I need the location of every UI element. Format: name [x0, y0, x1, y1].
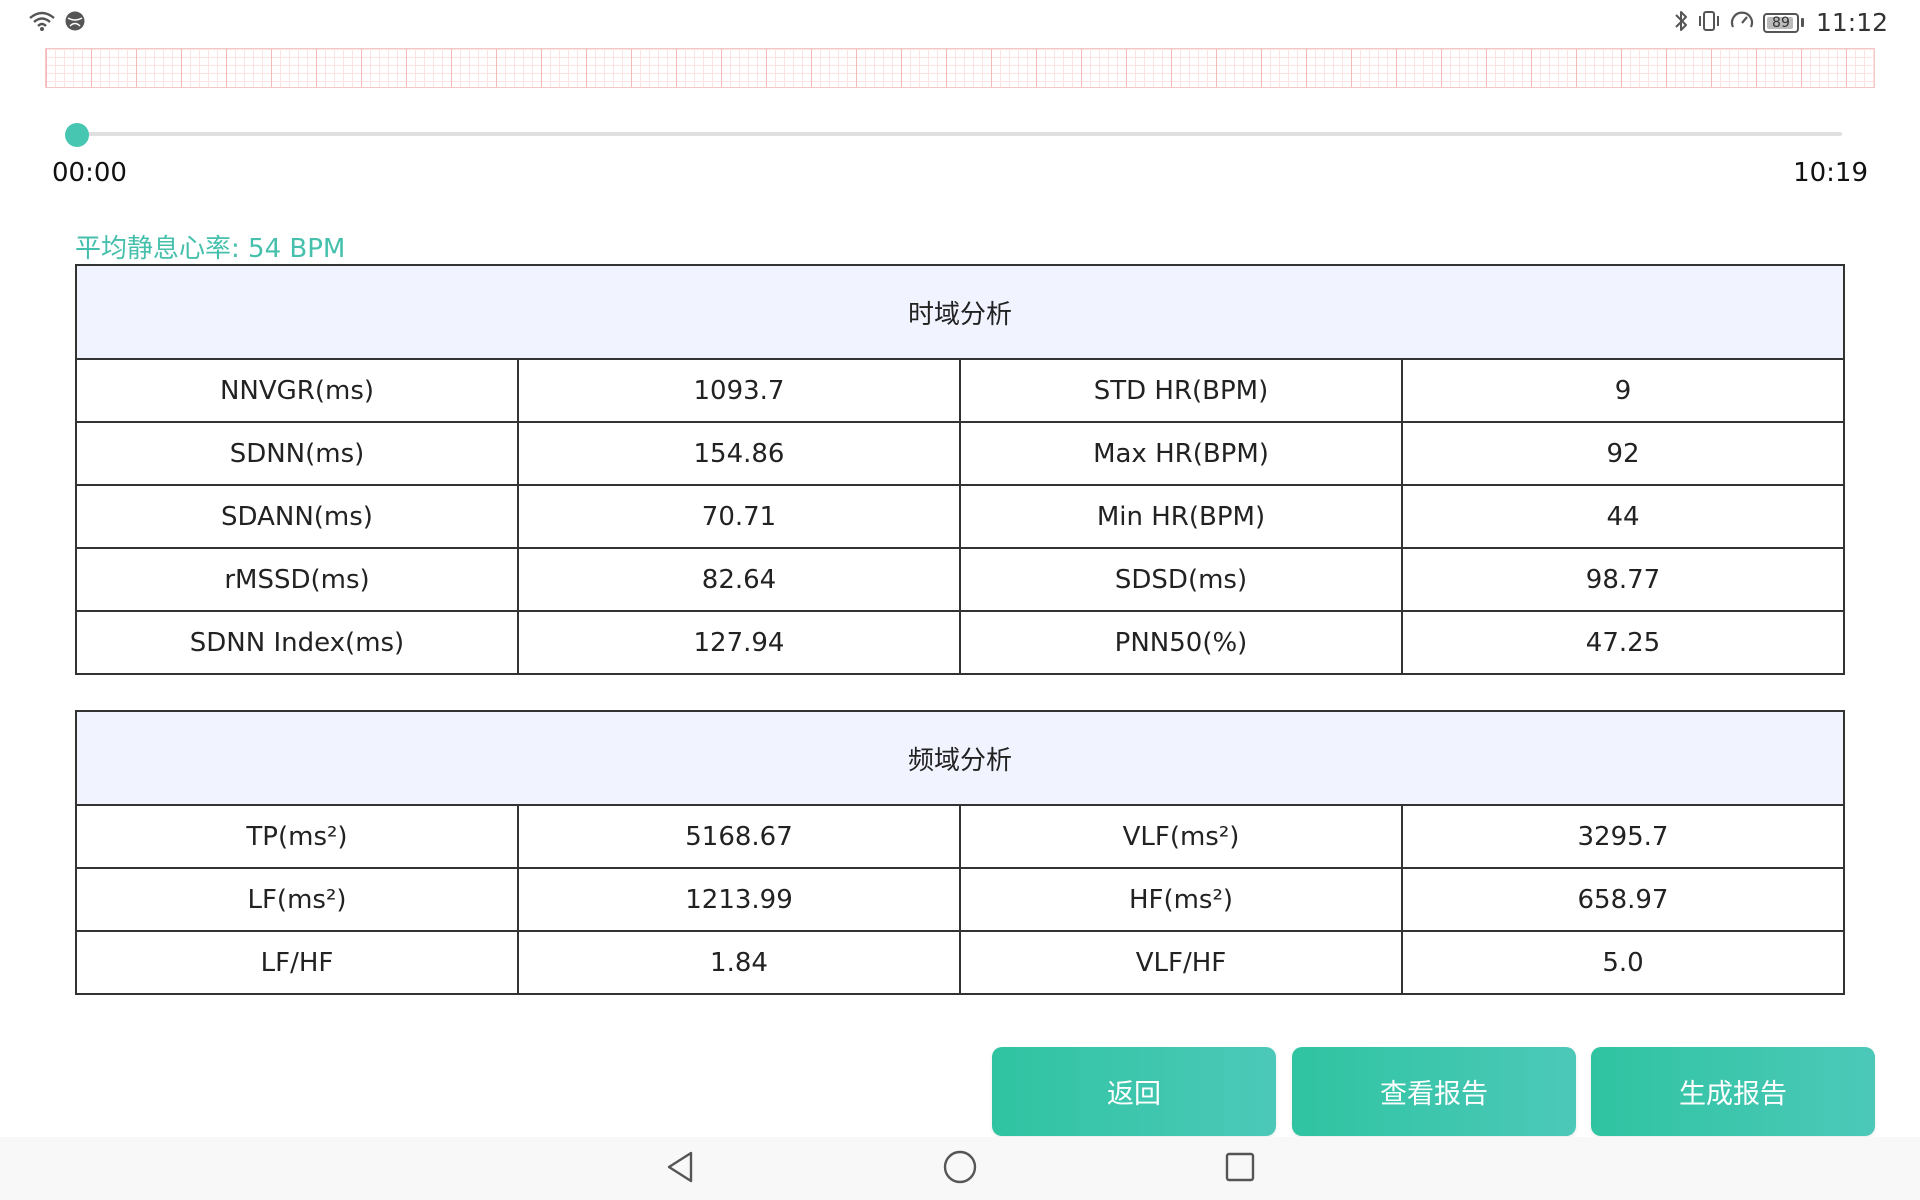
- metric-label: SDNN Index(ms): [75, 610, 519, 675]
- triangle-back-icon: [663, 1149, 697, 1189]
- metric-label: Min HR(BPM): [959, 484, 1403, 549]
- table-row: SDANN(ms) 70.71 Min HR(BPM) 44: [75, 484, 1845, 549]
- metric-label: SDANN(ms): [75, 484, 519, 549]
- playback-seek-track[interactable]: [76, 132, 1842, 136]
- metric-value: 127.94: [517, 610, 961, 675]
- metric-label: HF(ms²): [959, 867, 1403, 932]
- metric-label: LF/HF: [75, 930, 519, 995]
- playback-end-time: 10:19: [1793, 158, 1868, 188]
- ecg-strip[interactable]: [45, 48, 1875, 88]
- battery-level: 89: [1772, 14, 1790, 31]
- metric-label: SDNN(ms): [75, 421, 519, 486]
- generate-report-button[interactable]: 生成报告: [1591, 1047, 1875, 1136]
- data-saver-icon: [1729, 9, 1755, 37]
- system-navigation-bar: [0, 1137, 1920, 1200]
- battery-tip: [1800, 18, 1804, 27]
- frequency-domain-table: 频域分析 TP(ms²) 5168.67 VLF(ms²) 3295.7 LF(…: [75, 710, 1845, 995]
- metric-label: TP(ms²): [75, 804, 519, 869]
- metric-label: PNN50(%): [959, 610, 1403, 675]
- table-row: LF/HF 1.84 VLF/HF 5.0: [75, 930, 1845, 995]
- metric-value: 92: [1401, 421, 1845, 486]
- status-left-icons: [28, 10, 86, 36]
- metric-label: NNVGR(ms): [75, 358, 519, 423]
- status-time: 11:12: [1815, 8, 1888, 37]
- metric-value: 5168.67: [517, 804, 961, 869]
- vibrate-icon: [1697, 9, 1721, 37]
- metric-label: SDSD(ms): [959, 547, 1403, 612]
- metric-value: 70.71: [517, 484, 961, 549]
- metric-value: 98.77: [1401, 547, 1845, 612]
- playback-seek-thumb[interactable]: [65, 123, 89, 147]
- metric-value: 1213.99: [517, 867, 961, 932]
- status-right-icons: 89 11:12: [1673, 8, 1888, 37]
- metric-label: VLF(ms²): [959, 804, 1403, 869]
- metric-label: VLF/HF: [959, 930, 1403, 995]
- circle-home-icon: [942, 1149, 978, 1189]
- metric-label: Max HR(BPM): [959, 421, 1403, 486]
- time-domain-table: 时域分析 NNVGR(ms) 1093.7 STD HR(BPM) 9 SDNN…: [75, 264, 1845, 675]
- table-row: rMSSD(ms) 82.64 SDSD(ms) 98.77: [75, 547, 1845, 612]
- time-domain-title: 时域分析: [75, 264, 1845, 360]
- status-bar: 89 11:12: [0, 0, 1920, 48]
- metric-label: rMSSD(ms): [75, 547, 519, 612]
- table-row: LF(ms²) 1213.99 HF(ms²) 658.97: [75, 867, 1845, 932]
- metric-value: 47.25: [1401, 610, 1845, 675]
- metric-label: LF(ms²): [75, 867, 519, 932]
- view-report-button[interactable]: 查看报告: [1292, 1047, 1576, 1136]
- metric-value: 154.86: [517, 421, 961, 486]
- frequency-domain-header-row: 频域分析: [75, 710, 1845, 806]
- metric-label: STD HR(BPM): [959, 358, 1403, 423]
- metric-value: 1093.7: [517, 358, 961, 423]
- frequency-domain-title: 频域分析: [75, 710, 1845, 806]
- metric-value: 3295.7: [1401, 804, 1845, 869]
- hrv-analysis-screen: 89 11:12 00:00 10:19 平均静息心率: 54 BPM 时域分析…: [0, 0, 1920, 1200]
- battery-icon: 89: [1762, 12, 1799, 33]
- resting-heart-rate: 平均静息心率: 54 BPM: [75, 234, 346, 264]
- metric-value: 5.0: [1401, 930, 1845, 995]
- playback-start-time: 00:00: [52, 158, 127, 188]
- time-domain-header-row: 时域分析: [75, 264, 1845, 360]
- nav-recents-button[interactable]: [1220, 1149, 1260, 1189]
- nav-back-button[interactable]: [660, 1149, 700, 1189]
- bluetooth-icon: [1673, 9, 1689, 37]
- metric-value: 44: [1401, 484, 1845, 549]
- table-row: TP(ms²) 5168.67 VLF(ms²) 3295.7: [75, 804, 1845, 869]
- table-row: SDNN(ms) 154.86 Max HR(BPM) 92: [75, 421, 1845, 486]
- metric-value: 658.97: [1401, 867, 1845, 932]
- metric-value: 9: [1401, 358, 1845, 423]
- square-recents-icon: [1223, 1150, 1257, 1188]
- metric-value: 82.64: [517, 547, 961, 612]
- metric-value: 1.84: [517, 930, 961, 995]
- table-row: SDNN Index(ms) 127.94 PNN50(%) 47.25: [75, 610, 1845, 675]
- nav-home-button[interactable]: [940, 1149, 980, 1189]
- table-row: NNVGR(ms) 1093.7 STD HR(BPM) 9: [75, 358, 1845, 423]
- back-button[interactable]: 返回: [992, 1047, 1276, 1136]
- wifi-icon: [28, 10, 56, 36]
- vpn-globe-icon: [64, 10, 86, 36]
